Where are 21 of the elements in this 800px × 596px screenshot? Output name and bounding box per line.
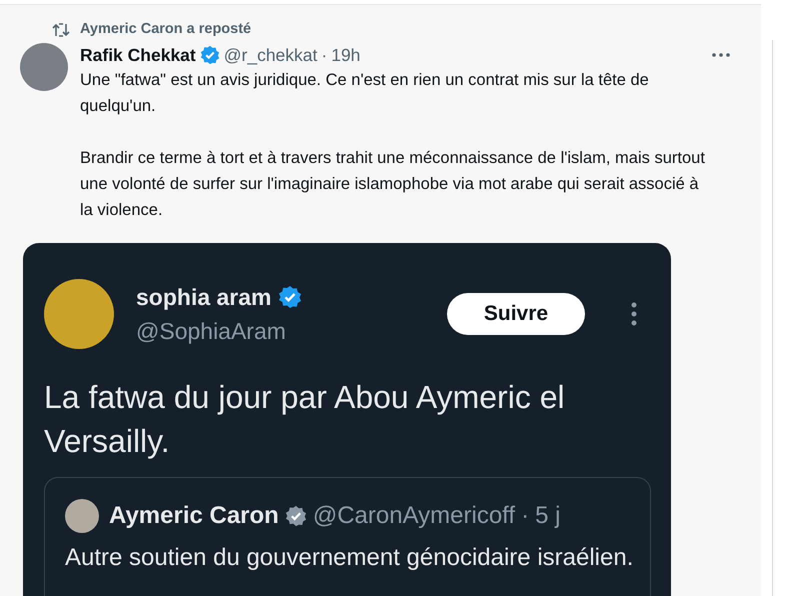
separator-dot: · [521, 501, 530, 531]
quoted-post-text: Autre soutien du gouvernement génocidaire israélien. [65, 543, 634, 573]
post-text: Une "fatwa" est un avis juridique. Ce n'est en rien un contrat mis sur la tête de quelqu'un. [80, 70, 650, 117]
follow-button[interactable]: Suivre [447, 293, 585, 335]
separator-dot: · [321, 44, 328, 67]
author-name: Aymeric Caron [109, 501, 279, 531]
avatar-photo-placeholder [65, 499, 99, 533]
author-name[interactable]: Rafik Chekkat [80, 42, 196, 68]
more-options-icon[interactable] [712, 53, 730, 57]
post-text: La fatwa du jour par Abou Aymeric el Versailly. [44, 378, 566, 461]
post-time: 5 j [535, 501, 560, 531]
author-handle[interactable]: @r_chekkat [224, 42, 318, 68]
more-options-icon [631, 302, 637, 326]
avatar-photo-placeholder[interactable] [20, 43, 68, 91]
post-time[interactable]: 19h [331, 42, 360, 68]
repost-label[interactable]: Aymeric Caron a reposté [80, 19, 252, 41]
author-handle: @SophiaAram [136, 317, 287, 346]
author-handle: @CaronAymericoff [312, 501, 516, 531]
repost-icon [52, 22, 70, 38]
post-text: Brandir ce terme à tort et à travers trahit une méconnaissance de l'islam, mais surtout une volonté de surfer sur l'imaginaire islamophobe via mot arabe qui serait associé à la violence. [80, 148, 706, 221]
author-name: sophia aram [136, 282, 272, 312]
